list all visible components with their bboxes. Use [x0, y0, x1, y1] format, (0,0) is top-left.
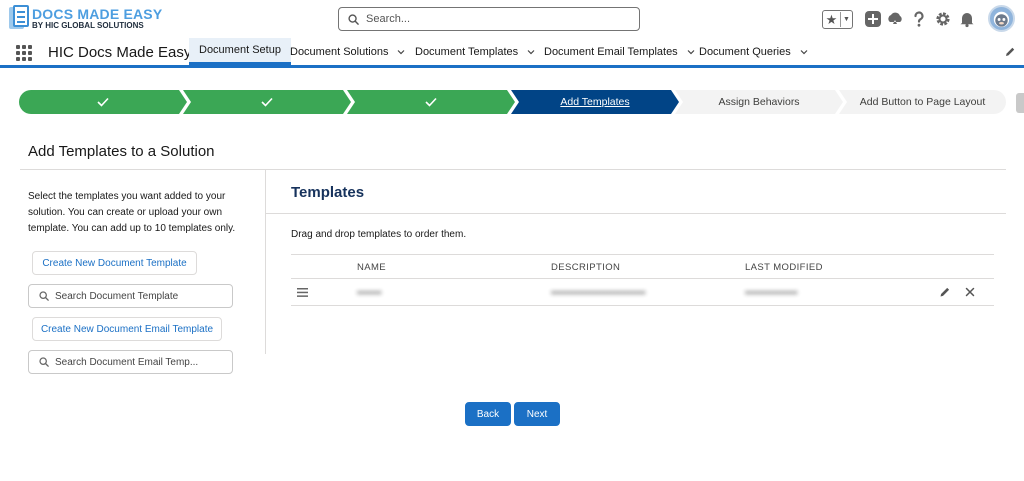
path-step-2[interactable] [183, 90, 351, 114]
path-step-label: Add Templates [560, 96, 630, 108]
column-header-last-modified: LAST MODIFIED [745, 262, 823, 273]
astro-avatar-icon [993, 11, 1010, 28]
search-document-template-input[interactable] [55, 290, 225, 302]
path-step-add-button-to-page-layout[interactable]: Add Button to Page Layout [839, 90, 1006, 114]
drag-handle-icon[interactable] [297, 288, 308, 297]
tab-document-setup[interactable]: Document Setup [189, 38, 291, 65]
path-step-assign-behaviors[interactable]: Assign Behaviors [675, 90, 843, 114]
progress-path: Add Templates Assign Behaviors Add Butto… [19, 90, 1006, 114]
search-icon [39, 291, 49, 301]
edit-pencil-icon[interactable] [939, 286, 951, 298]
path-step-1[interactable] [19, 90, 187, 114]
global-search-input[interactable] [366, 13, 616, 25]
global-header: DOCS MADE EASY BY HIC GLOBAL SOLUTIONS ★… [0, 0, 1024, 38]
global-search[interactable] [338, 7, 640, 31]
checkmark-icon [261, 97, 273, 107]
create-document-email-template-button[interactable]: Create New Document Email Template [32, 317, 222, 341]
cell-description: ••••••••••••••••••••••••••• [551, 288, 646, 299]
section-divider [20, 169, 1006, 170]
tab-document-solutions[interactable]: Document Solutions [290, 38, 405, 65]
search-document-email-template-input[interactable] [55, 356, 225, 368]
path-scroll-edge [1016, 93, 1024, 113]
search-document-email-template[interactable] [28, 350, 233, 374]
logo[interactable]: DOCS MADE EASY BY HIC GLOBAL SOLUTIONS [9, 5, 162, 31]
panel-divider [265, 170, 266, 354]
tab-label: Document Setup [199, 44, 281, 56]
table-header: NAME DESCRIPTION LAST MODIFIED [291, 254, 994, 279]
close-icon[interactable] [964, 286, 976, 298]
path-step-label: Add Button to Page Layout [859, 96, 986, 108]
path-step-3[interactable] [347, 90, 515, 114]
create-document-template-button[interactable]: Create New Document Template [32, 251, 197, 275]
back-button[interactable]: Back [465, 402, 511, 426]
tab-label: Document Email Templates [544, 45, 678, 58]
templates-divider [266, 213, 1006, 214]
tab-document-templates[interactable]: Document Templates [415, 38, 535, 65]
tab-document-queries[interactable]: Document Queries [699, 38, 808, 65]
app-name: HIC Docs Made Easy [48, 44, 192, 61]
favorites-star-icon: ★ [825, 11, 838, 27]
tab-label: Document Templates [415, 45, 519, 58]
chevron-down-icon[interactable] [800, 48, 808, 56]
checkmark-icon [425, 97, 437, 107]
checkmark-icon [97, 97, 109, 107]
path-step-label: Assign Behaviors [718, 96, 800, 108]
search-document-template[interactable] [28, 284, 233, 308]
templates-hint: Drag and drop templates to order them. [291, 229, 467, 240]
templates-table: NAME DESCRIPTION LAST MODIFIED ••••••• •… [291, 254, 994, 306]
cell-last-modified: ••••••••••••••• [745, 288, 798, 299]
add-icon[interactable] [864, 10, 882, 28]
tab-label: Document Solutions [290, 45, 389, 58]
logo-subtitle: BY HIC GLOBAL SOLUTIONS [32, 20, 144, 30]
search-icon [39, 357, 49, 367]
chevron-down-icon[interactable] [397, 48, 405, 56]
app-launcher-icon[interactable] [16, 45, 32, 61]
edit-nav-pencil-icon[interactable] [1004, 46, 1016, 58]
next-button[interactable]: Next [514, 402, 560, 426]
left-panel-description: Select the templates you want added to y… [28, 191, 236, 234]
column-header-description: DESCRIPTION [551, 262, 621, 273]
path-step-add-templates[interactable]: Add Templates [511, 90, 679, 114]
help-icon[interactable] [910, 10, 928, 28]
caret-down-icon[interactable]: ▼ [841, 16, 852, 23]
column-header-name: NAME [357, 262, 387, 273]
avatar[interactable] [988, 5, 1015, 32]
tab-document-email-templates[interactable]: Document Email Templates [544, 38, 695, 65]
notifications-bell-icon[interactable] [958, 10, 976, 28]
page-title: Add Templates to a Solution [28, 143, 215, 160]
tab-label: Document Queries [699, 45, 791, 58]
search-icon [348, 13, 359, 25]
templates-title: Templates [291, 184, 365, 201]
app-nav-bar: HIC Docs Made Easy Document Setup Docume… [0, 38, 1024, 68]
table-row[interactable]: ••••••• ••••••••••••••••••••••••••• ••••… [291, 279, 994, 306]
setup-gear-icon[interactable] [934, 10, 952, 28]
document-logo-icon [9, 5, 29, 31]
chevron-down-icon[interactable] [687, 48, 695, 56]
cell-name: ••••••• [357, 288, 382, 299]
trailhead-icon[interactable] [886, 10, 904, 28]
chevron-down-icon[interactable] [527, 48, 535, 56]
logo-title: DOCS MADE EASY [32, 5, 163, 22]
favorites-button[interactable]: ★ ▼ [822, 10, 853, 29]
